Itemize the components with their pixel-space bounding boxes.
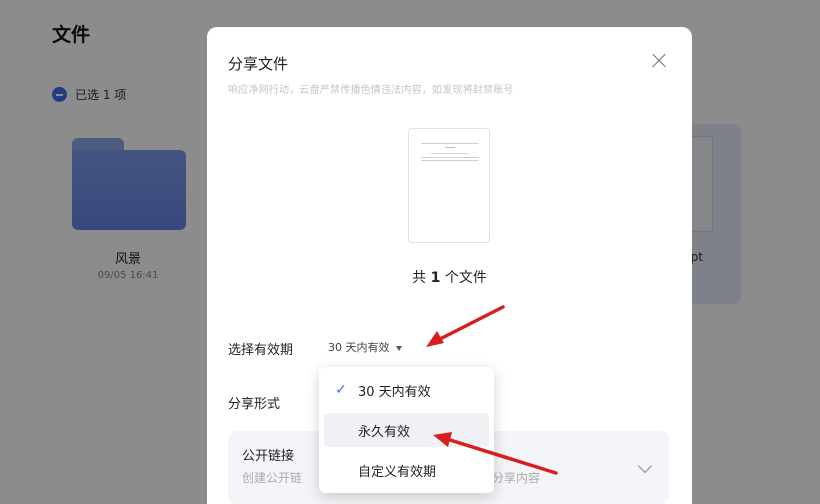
option-label: 永久有效 <box>358 424 411 440</box>
public-link-desc-tail: 分享内容 <box>492 471 541 485</box>
public-link-desc: 创建公开链 <box>242 471 303 485</box>
validity-select[interactable]: 30 天内有效 <box>328 339 402 355</box>
option-30-days[interactable]: ✓ 30 天内有效 <box>324 373 489 407</box>
file-count-suffix: 个文件 <box>440 270 487 286</box>
option-label: 自定义有效期 <box>358 464 437 480</box>
option-permanent[interactable]: 永久有效 <box>324 413 489 447</box>
chevron-down-icon[interactable] <box>637 458 653 474</box>
modal-title: 分享文件 <box>228 55 289 73</box>
document-preview <box>408 128 490 243</box>
public-link-title: 公开链接 <box>242 449 295 464</box>
caret-down-icon[interactable] <box>395 345 402 351</box>
file-count: 共 1 个文件 <box>207 267 692 287</box>
close-icon[interactable] <box>647 49 671 73</box>
validity-selected-value: 30 天内有效 <box>328 341 390 354</box>
validity-dropdown: ✓ 30 天内有效 永久有效 自定义有效期 <box>319 367 494 493</box>
file-count-number: 1 <box>430 270 441 286</box>
validity-label: 选择有效期 <box>228 343 294 358</box>
share-form-label: 分享形式 <box>228 397 281 412</box>
content-notice: 响应净网行动，云盘严禁传播色情违法内容，如发现将封禁账号 <box>228 85 514 96</box>
file-count-prefix: 共 <box>412 270 431 286</box>
option-label: 30 天内有效 <box>358 384 431 400</box>
check-icon: ✓ <box>335 382 347 398</box>
option-custom[interactable]: 自定义有效期 <box>324 453 489 487</box>
